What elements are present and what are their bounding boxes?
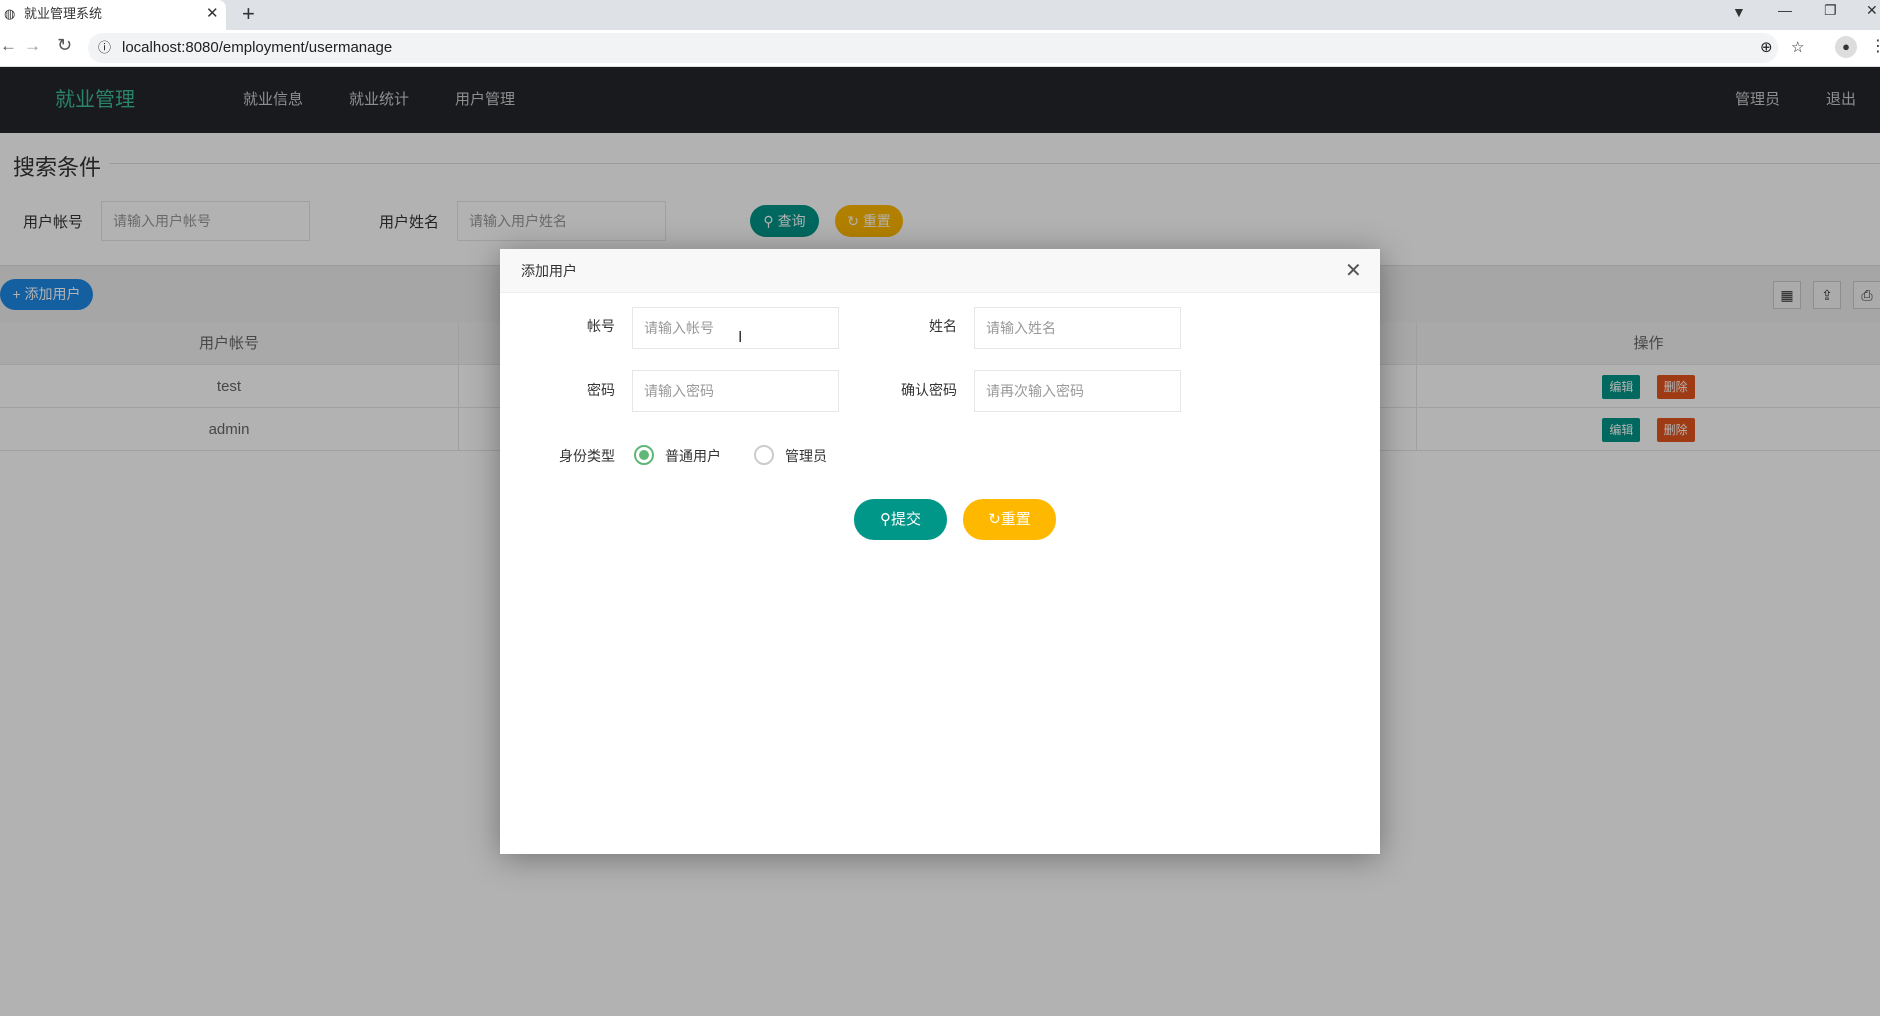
- confirm-password-input[interactable]: 请再次输入密码: [974, 370, 1181, 412]
- url-text: localhost:8080/employment/usermanage: [122, 39, 393, 56]
- browser-tab-bar: ◍ 就业管理系统 ✕ + ▼ — ❐ ✕: [0, 0, 1880, 30]
- add-user-dialog: 添加用户 ✕ 帐号 请输入帐号 I 姓名 请输入姓名 密码 请输入密码 确认密码…: [500, 249, 1380, 854]
- tab-search-icon[interactable]: ▼: [1732, 4, 1746, 20]
- tab-title: 就业管理系统: [24, 6, 103, 21]
- radio-normal-user[interactable]: [634, 445, 654, 465]
- account-label: 帐号: [587, 318, 615, 334]
- name-label: 姓名: [929, 318, 957, 334]
- name-input[interactable]: 请输入姓名: [974, 307, 1181, 349]
- radio-admin[interactable]: [754, 445, 774, 465]
- browser-tab[interactable]: ◍ 就业管理系统 ✕: [0, 0, 226, 30]
- forward-icon[interactable]: →: [24, 36, 41, 56]
- bookmark-star-icon[interactable]: ☆: [1791, 33, 1804, 63]
- reset-label: 重置: [1000, 511, 1031, 528]
- close-tab-icon[interactable]: ✕: [206, 0, 219, 28]
- close-icon[interactable]: ✕: [1345, 249, 1362, 293]
- reload-icon[interactable]: ↻: [57, 35, 72, 56]
- account-input[interactable]: 请输入帐号: [632, 307, 839, 349]
- radio-admin-label[interactable]: 管理员: [785, 446, 827, 466]
- url-input[interactable]: ⓘ localhost:8080/employment/usermanage ⊕…: [88, 33, 1804, 63]
- zoom-icon[interactable]: ⊕: [1760, 33, 1773, 63]
- submit-button[interactable]: ⚲提交: [854, 499, 947, 540]
- globe-icon: ◍: [4, 6, 16, 21]
- confirm-password-label: 确认密码: [901, 382, 957, 398]
- password-label: 密码: [587, 382, 615, 398]
- menu-icon[interactable]: ⋮: [1870, 36, 1880, 56]
- password-input[interactable]: 请输入密码: [632, 370, 839, 412]
- type-label: 身份类型: [559, 448, 615, 464]
- radio-normal-user-label[interactable]: 普通用户: [665, 446, 721, 466]
- text-cursor-icon: I: [738, 329, 743, 346]
- back-icon[interactable]: ←: [0, 36, 17, 56]
- profile-icon[interactable]: ●: [1835, 36, 1857, 58]
- dialog-header: 添加用户 ✕: [500, 249, 1380, 293]
- restore-icon[interactable]: ❐: [1824, 2, 1837, 19]
- close-window-icon[interactable]: ✕: [1866, 2, 1878, 19]
- dialog-title: 添加用户: [521, 263, 577, 279]
- info-icon: ⓘ: [98, 40, 112, 55]
- search-icon: ⚲: [879, 511, 891, 528]
- refresh-icon: ↻: [988, 511, 1001, 528]
- address-bar-row: ← → ↻ ⓘ localhost:8080/employment/userma…: [0, 30, 1880, 67]
- new-tab-icon[interactable]: +: [242, 0, 255, 28]
- reset-button[interactable]: ↻重置: [963, 499, 1056, 540]
- minimize-icon[interactable]: —: [1778, 2, 1792, 18]
- submit-label: 提交: [890, 511, 921, 528]
